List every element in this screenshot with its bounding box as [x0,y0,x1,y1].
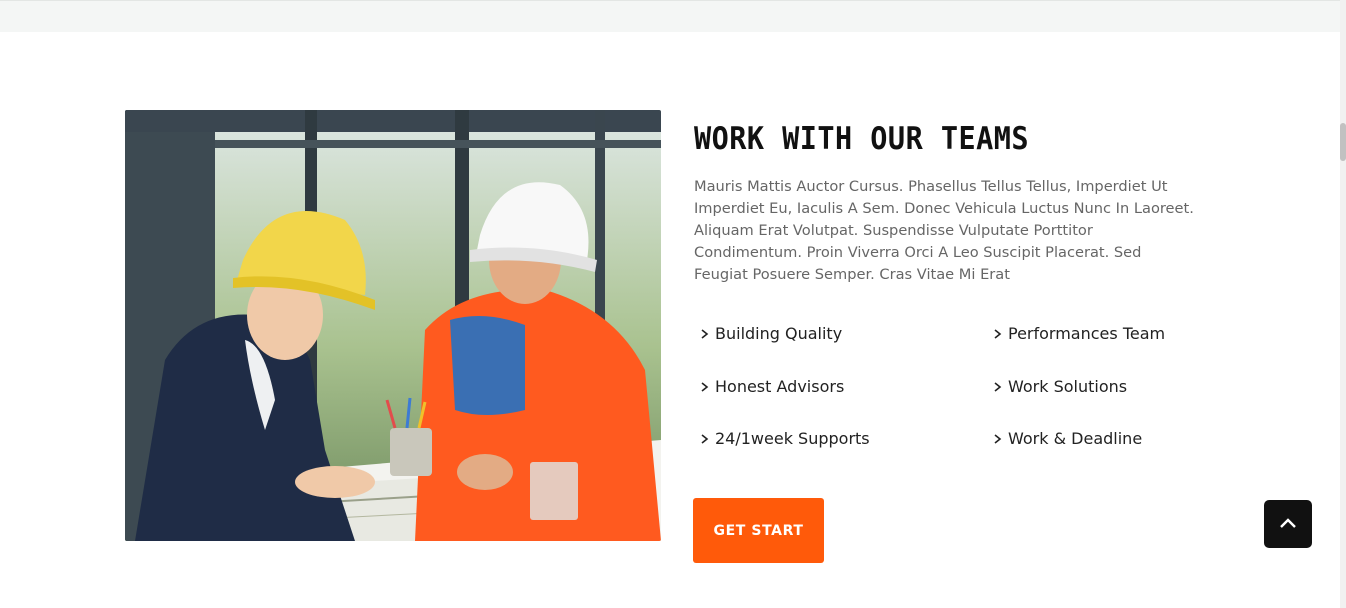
scrollbar[interactable] [1340,0,1346,608]
chevron-right-icon [701,328,709,339]
feature-label: Honest Advisors [715,377,845,396]
feature-label: Work & Deadline [1008,429,1143,448]
feature-item: Building Quality [699,324,842,343]
scrollbar-thumb[interactable] [1340,123,1346,161]
chevron-up-icon [1280,518,1296,528]
feature-item: Work Solutions [992,377,1127,396]
top-band [0,0,1340,32]
chevron-right-icon [994,433,1002,444]
feature-item: Honest Advisors [699,377,844,396]
feature-item: Performances Team [992,324,1165,343]
feature-label: 24/1week Supports [715,429,870,448]
feature-label: Performances Team [1008,324,1166,343]
chevron-right-icon [701,381,709,392]
chevron-right-icon [701,433,709,444]
section-description: Mauris Mattis Auctor Cursus. Phasellus T… [694,178,1194,283]
section-title: WORK WITH OUR TEAMS [694,121,1029,157]
feature-label: Work Solutions [1008,377,1128,396]
chevron-right-icon [994,381,1002,392]
get-start-button[interactable]: GET START [693,498,824,563]
feature-item: Work & Deadline [992,429,1142,448]
feature-item: 24/1week Supports [699,429,870,448]
back-to-top-button[interactable] [1264,500,1312,548]
team-photo [125,110,661,541]
chevron-right-icon [994,328,1002,339]
feature-label: Building Quality [715,324,843,343]
